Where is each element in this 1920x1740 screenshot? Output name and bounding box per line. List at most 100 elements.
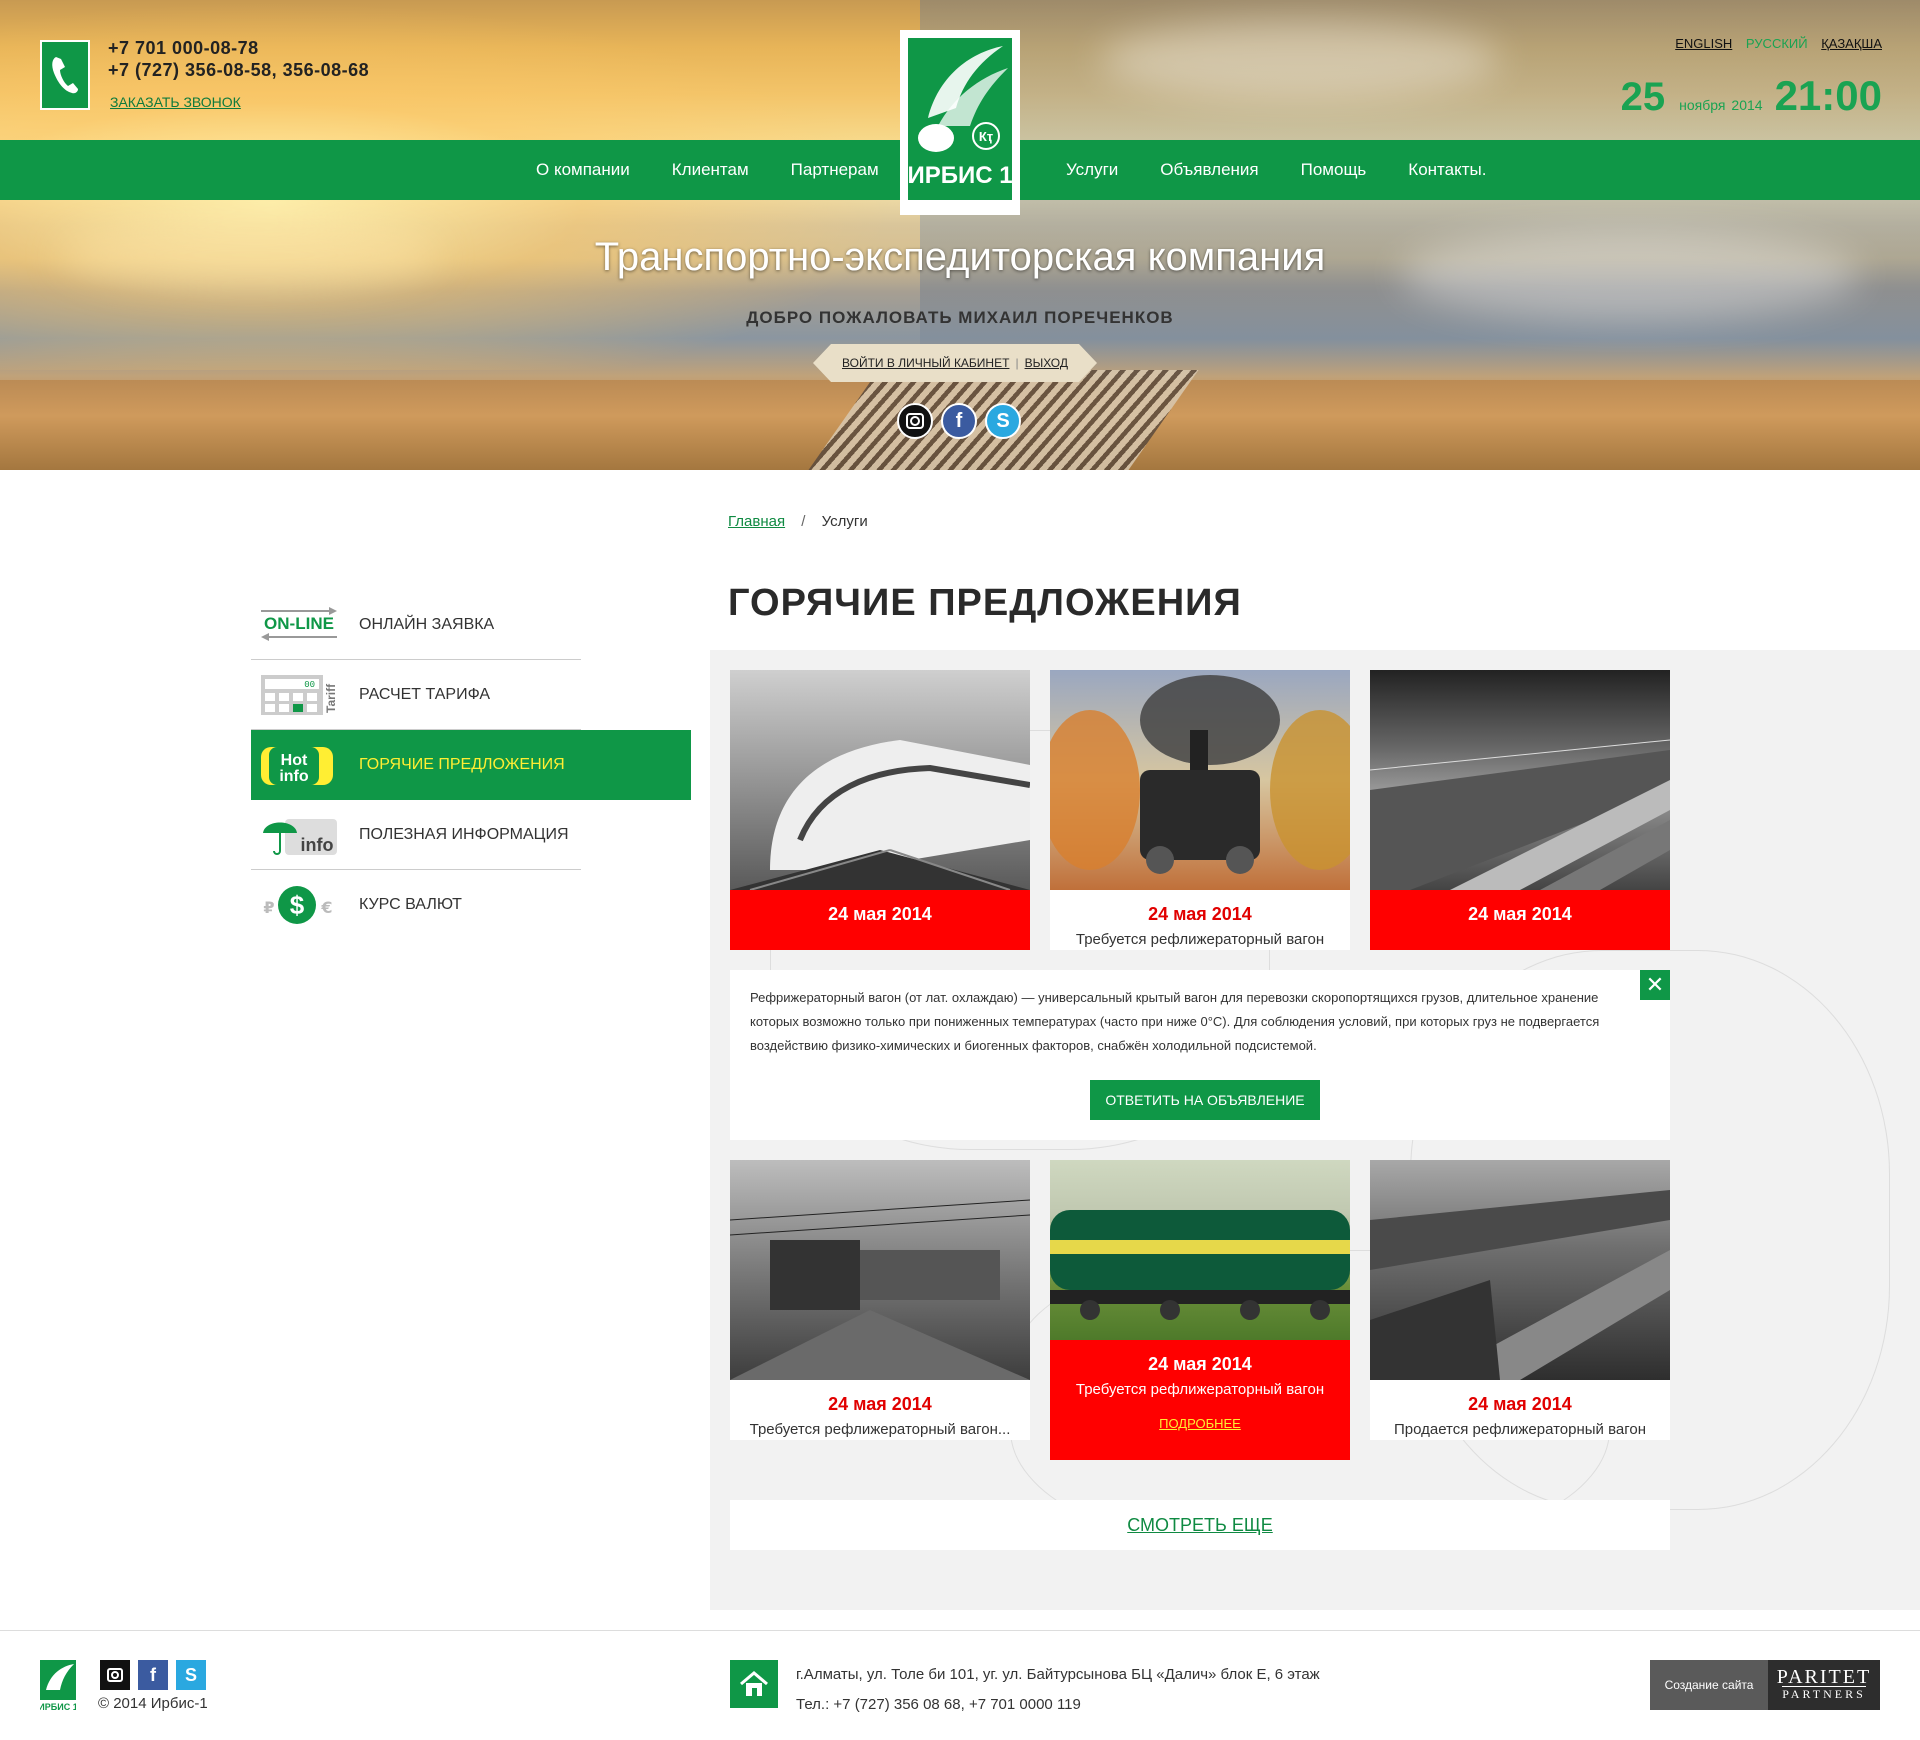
offer-description: Продается рефлижераторный вагон (1393, 1421, 1647, 1438)
nav-partners[interactable]: Партнерам (791, 160, 879, 180)
hot-info-icon: Hot info (259, 743, 339, 787)
offer-card[interactable]: 24 мая 2014 (730, 670, 1030, 950)
svg-text:00: 00 (304, 680, 315, 690)
separator: | (1015, 356, 1019, 370)
online-icon: ON-LINE (259, 603, 339, 647)
see-more-button[interactable]: СМОТРЕТЬ ЕЩЕ (730, 1500, 1670, 1550)
developer-label: Создание сайта (1650, 1660, 1768, 1710)
footer-social: f S (100, 1660, 206, 1690)
phone-1[interactable]: +7 701 000-08-78 (108, 37, 369, 59)
umbrella-info-icon: info (259, 813, 339, 857)
footer-logo[interactable]: ИРБИС 1 (38, 1660, 78, 1712)
offer-image (730, 670, 1030, 890)
offer-date: 24 мая 2014 (828, 904, 932, 924)
date-year: 2014 (1731, 97, 1763, 113)
nav-services[interactable]: Услуги (1066, 160, 1118, 180)
offer-date: 24 мая 2014 (1468, 904, 1572, 924)
hero-title: Транспортно-экспедиторская компания (594, 235, 1326, 279)
offer-caption: 24 мая 2014 Требуется рефлижераторный ва… (1050, 890, 1350, 950)
cabinet-link[interactable]: ВОЙТИ В ЛИЧНЫЙ КАБИНЕТ (842, 356, 1009, 370)
sidebar-item-label: РАСЧЕТ ТАРИФА (359, 685, 491, 703)
sidebar-item-label: ОНЛАЙН ЗАЯВКА (359, 615, 495, 633)
offer-image (1050, 670, 1350, 890)
offer-detail-popup: Рефрижераторный вагон (от лат. охлаждаю)… (730, 970, 1670, 1140)
svg-text:info: info (301, 835, 334, 855)
nav-right: Услуги Объявления Помощь Контакты. (1066, 140, 1528, 200)
sidebar-item-exchange-rates[interactable]: ₽ $ € КУРС ВАЛЮТ (251, 870, 581, 940)
breadcrumb-separator: / (801, 513, 806, 530)
svg-text:ИРБИС 1: ИРБИС 1 (908, 162, 1012, 189)
skype-icon[interactable]: S (985, 403, 1021, 439)
offer-detail-text: Рефрижераторный вагон (от лат. охлаждаю)… (750, 990, 1600, 1053)
reply-button[interactable]: ОТВЕТИТЬ НА ОБЪЯВЛЕНИЕ (1090, 1080, 1320, 1120)
nav-left: О компании Клиентам Партнерам (536, 140, 921, 200)
close-icon[interactable]: ✕ (1640, 970, 1670, 1000)
welcome-text: ДОБРО ПОЖАЛОВАТЬ МИХАИЛ ПОРЕЧЕНКОВ (746, 308, 1174, 327)
facebook-icon[interactable]: f (138, 1660, 168, 1690)
offer-image (1370, 1160, 1670, 1380)
offer-card[interactable]: 24 мая 2014 Требуется рефлижераторный ва… (1050, 670, 1350, 950)
breadcrumb: Главная / Услуги (728, 513, 868, 530)
offer-date: 24 мая 2014 (828, 1394, 932, 1414)
phone-2[interactable]: +7 (727) 356-08-58, 356-08-68 (108, 59, 369, 81)
lang-russian[interactable]: РУССКИЙ (1746, 36, 1808, 51)
offer-card[interactable]: 24 мая 2014 Требуется рефлижераторный ва… (1050, 1160, 1350, 1460)
cloud (1100, 20, 1500, 100)
svg-text:€: € (320, 898, 332, 917)
lang-kazakh[interactable]: ҚАЗАҚША (1821, 36, 1882, 51)
home-icon (730, 1660, 778, 1708)
offer-card[interactable]: 24 мая 2014 (1370, 670, 1670, 950)
offer-card[interactable]: 24 мая 2014 Требуется рефлижераторный ва… (730, 1160, 1030, 1440)
calculator-icon: 00 Tariff (259, 673, 339, 717)
svg-text:ИРБИС 1: ИРБИС 1 (40, 1702, 76, 1712)
offer-description: Требуется рефлижераторный вагон (1075, 931, 1325, 948)
instagram-icon[interactable] (897, 403, 933, 439)
sidebar-item-tariff[interactable]: 00 Tariff РАСЧЕТ ТАРИФА (251, 660, 581, 730)
offer-caption: 24 мая 2014 Продается рефлижераторный ва… (1370, 1380, 1670, 1440)
logout-link[interactable]: ВЫХОД (1025, 356, 1068, 370)
more-link[interactable]: ПОДРОБНЕЕ (1050, 1416, 1350, 1431)
offer-image (730, 1160, 1030, 1380)
phone-numbers: +7 701 000-08-78 +7 (727) 356-08-58, 356… (108, 37, 369, 81)
nav-ads[interactable]: Объявления (1160, 160, 1258, 180)
lang-english[interactable]: ENGLISH (1675, 36, 1732, 51)
offer-image (1370, 670, 1670, 890)
breadcrumb-home[interactable]: Главная (728, 513, 785, 530)
offer-card[interactable]: 24 мая 2014 Продается рефлижераторный ва… (1370, 1160, 1670, 1440)
sidebar-item-label: ПОЛЕЗНАЯ ИНФОРМАЦИЯ (359, 825, 569, 843)
nav-about[interactable]: О компании (536, 160, 630, 180)
svg-text:₽: ₽ (263, 898, 274, 917)
skype-icon[interactable]: S (176, 1660, 206, 1690)
offer-caption: 24 мая 2014 (730, 890, 1030, 950)
offer-date: 24 мая 2014 (1148, 1354, 1252, 1374)
breadcrumb-current: Услуги (821, 513, 868, 530)
developer-badge[interactable]: Создание сайта PARITET PARTNERS (1650, 1660, 1880, 1710)
sidebar-item-hot-offers[interactable]: Hot info ГОРЯЧИЕ ПРЕДЛОЖЕНИЯ (251, 730, 691, 800)
svg-text:Tariff: Tariff (324, 682, 338, 712)
brand-line-2: PARTNERS (1782, 1686, 1866, 1701)
developer-brand: PARITET PARTNERS (1768, 1660, 1880, 1710)
page-title: ГОРЯЧИЕ ПРЕДЛОЖЕНИЯ (728, 582, 1242, 624)
nav-contacts[interactable]: Контакты. (1408, 160, 1486, 180)
logo[interactable]: Кҭ ИРБИС 1 (900, 30, 1020, 215)
callback-link[interactable]: ЗАКАЗАТЬ ЗВОНОК (110, 94, 241, 110)
offer-image (1050, 1160, 1350, 1340)
sidebar-item-label: ГОРЯЧИЕ ПРЕДЛОЖЕНИЯ (359, 756, 565, 773)
logo-mark: Кҭ ИРБИС 1 (908, 38, 1012, 200)
svg-text:$: $ (290, 890, 305, 920)
contact-phones: Тел.: +7 (727) 356 08 68, +7 701 0000 11… (796, 1696, 1081, 1713)
sidebar-item-useful-info[interactable]: info ПОЛЕЗНАЯ ИНФОРМАЦИЯ (251, 800, 581, 870)
date-time: 25 ноября 2014 21:00 (1621, 72, 1882, 120)
nav-clients[interactable]: Клиентам (672, 160, 749, 180)
offer-description: Требуется рефлижераторный вагон... (749, 1421, 1011, 1438)
instagram-icon[interactable] (100, 1660, 130, 1690)
sidebar-item-online-request[interactable]: ON-LINE ОНЛАЙН ЗАЯВКА (251, 590, 581, 660)
date-month: ноября (1679, 97, 1726, 113)
svg-text:info: info (279, 768, 309, 785)
phone-icon (40, 40, 90, 110)
account-links: ВОЙТИ В ЛИЧНЫЙ КАБИНЕТ | ВЫХОД (813, 344, 1097, 382)
clock-time: 21:00 (1774, 72, 1882, 119)
footer-address: г.Алматы, ул. Толе би 101, уг. ул. Байту… (796, 1660, 1320, 1720)
nav-help[interactable]: Помощь (1301, 160, 1367, 180)
facebook-icon[interactable]: f (941, 403, 977, 439)
